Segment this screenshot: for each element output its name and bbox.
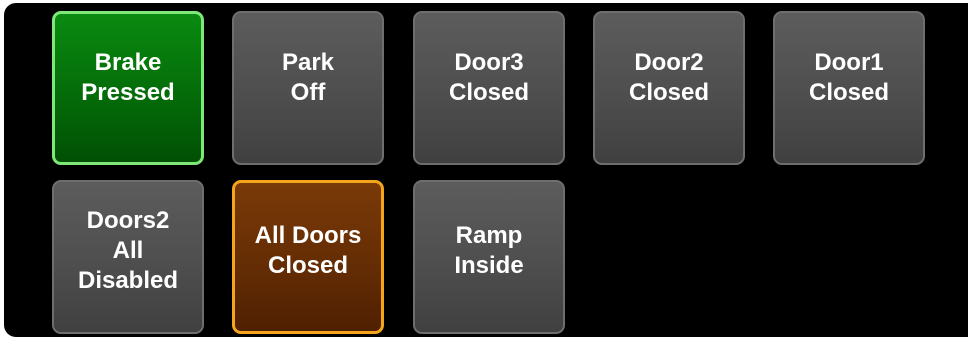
park-status-title: Park bbox=[281, 49, 335, 76]
all-doors-status-value: Closed bbox=[267, 252, 348, 279]
park-status-button[interactable]: Park Off bbox=[232, 11, 384, 165]
all-doors-status-label: All Doors Closed bbox=[255, 221, 362, 281]
door3-status-label: Door3 Closed bbox=[449, 48, 529, 108]
doors2-status-scope: All bbox=[112, 237, 144, 264]
door2-status-title: Door2 bbox=[634, 49, 704, 76]
door3-status-value: Closed bbox=[448, 79, 529, 106]
door3-status-title: Door3 bbox=[454, 49, 524, 76]
door2-status-label: Door2 Closed bbox=[629, 48, 709, 108]
door1-status-title: Door1 bbox=[814, 49, 884, 76]
ramp-status-button[interactable]: Ramp Inside bbox=[413, 180, 565, 334]
door2-status-value: Closed bbox=[628, 79, 709, 106]
park-status-label: Park Off bbox=[282, 48, 334, 108]
all-doors-status-title: All Doors bbox=[254, 222, 362, 249]
brake-status-label: Brake Pressed bbox=[81, 48, 174, 108]
door1-status-label: Door1 Closed bbox=[809, 48, 889, 108]
brake-status-value: Pressed bbox=[81, 79, 175, 106]
ramp-status-label: Ramp Inside bbox=[454, 221, 523, 281]
ramp-status-title: Ramp bbox=[455, 222, 523, 249]
doors2-status-button[interactable]: Doors2 All Disabled bbox=[52, 180, 204, 334]
doors2-status-value: Disabled bbox=[77, 267, 179, 294]
doors2-status-label: Doors2 All Disabled bbox=[78, 206, 178, 296]
status-panel: Brake Pressed Park Off Door3 Closed Door… bbox=[4, 3, 968, 337]
ramp-status-value: Inside bbox=[454, 252, 524, 279]
door1-status-button[interactable]: Door1 Closed bbox=[773, 11, 925, 165]
all-doors-status-button[interactable]: All Doors Closed bbox=[232, 180, 384, 334]
brake-status-button[interactable]: Brake Pressed bbox=[52, 11, 204, 165]
doors2-status-title: Doors2 bbox=[86, 207, 170, 234]
door3-status-button[interactable]: Door3 Closed bbox=[413, 11, 565, 165]
door2-status-button[interactable]: Door2 Closed bbox=[593, 11, 745, 165]
park-status-value: Off bbox=[290, 79, 326, 106]
door1-status-value: Closed bbox=[808, 79, 889, 106]
brake-status-title: Brake bbox=[94, 49, 162, 76]
